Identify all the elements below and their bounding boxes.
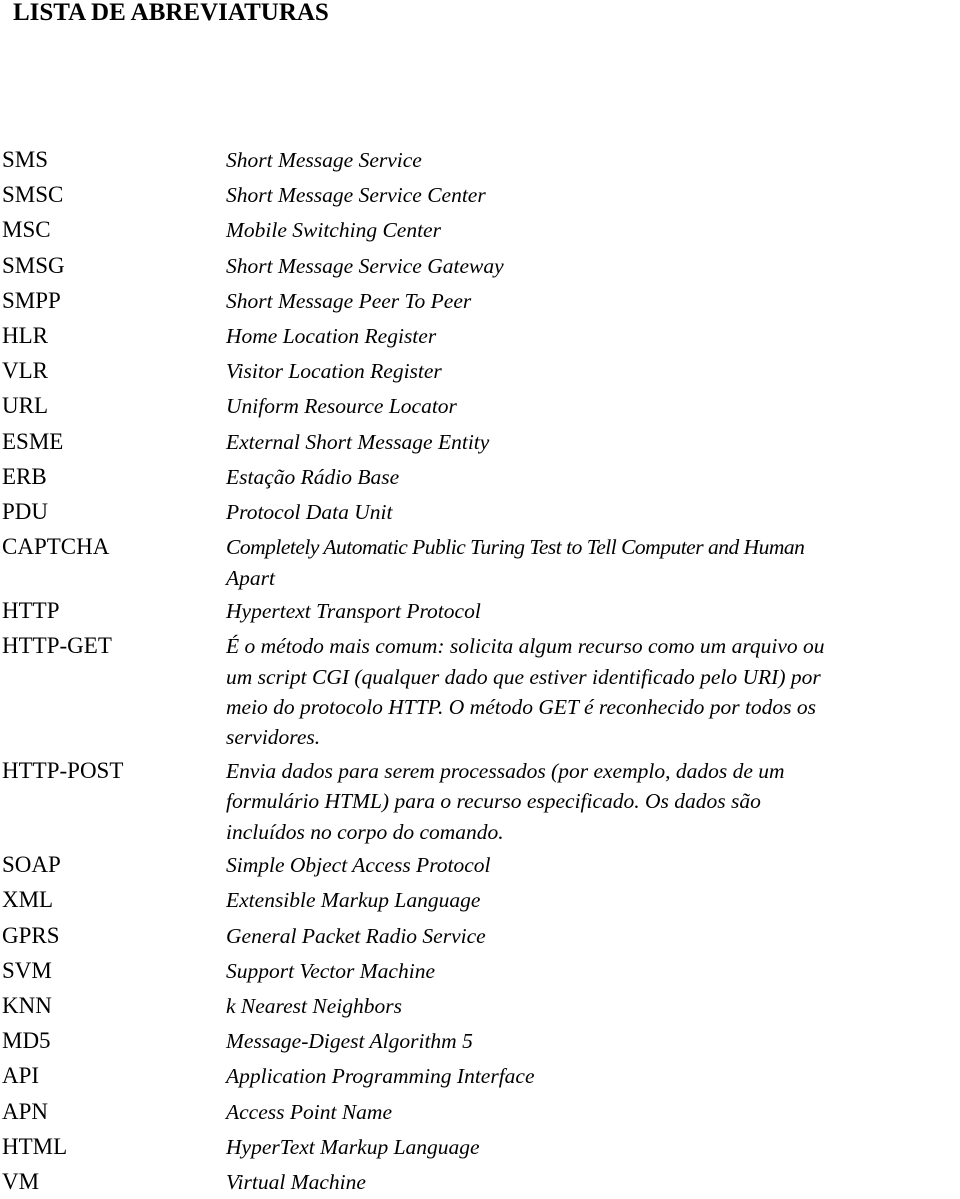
list-item: HTTP-POST Envia dados para serem processa… (0, 753, 960, 847)
list-item: HTML HyperText Markup Language (0, 1129, 960, 1164)
list-item: APN Access Point Name (0, 1094, 960, 1129)
definition: Access Point Name (226, 1099, 392, 1124)
abbreviation: SMS (2, 147, 49, 172)
definition: Completely Automatic Public Turing Test … (226, 529, 960, 593)
definition-line: Envia dados para serem processados (por … (226, 758, 785, 783)
list-item: SMSC Short Message Service Center (0, 177, 960, 212)
definition: É o método mais comum: solicita algum re… (226, 628, 960, 753)
abbreviation: HLR (2, 323, 48, 349)
abbreviation: VM (2, 1168, 40, 1194)
abbreviation: ERB (2, 463, 47, 489)
list-item: ESME External Short Message Entity (0, 424, 960, 459)
definition-line: meio do protocolo HTTP. O método GET é r… (226, 695, 817, 720)
list-item: SVM Support Vector Machine (0, 953, 960, 988)
abbreviation: MSC (2, 217, 51, 243)
definition-line: formulário HTML) para o recurso especifi… (226, 789, 761, 814)
abbreviation: HTTP-POST (2, 757, 124, 783)
abbreviation: VLR (2, 358, 48, 384)
list-item: MSC Mobile Switching Center (0, 212, 960, 247)
list-item: API Application Programming Interface (0, 1058, 960, 1093)
definition: Hypertext Transport Protocol (226, 599, 481, 624)
abbreviation: URL (2, 393, 48, 419)
definition: Home Location Register (226, 324, 437, 349)
abbreviation-list: SMS Short Message Service SMSC Short Messa… (0, 142, 960, 1199)
abbreviation: CAPTCHA (2, 534, 110, 560)
abbreviation: SMSC (2, 182, 64, 208)
abbreviation: HTML (2, 1133, 68, 1159)
list-item: KNN k Nearest Neighbors (0, 988, 960, 1023)
definition: Short Message Peer To Peer (226, 288, 472, 313)
definition-line: incluídos no corpo do comando. (226, 819, 504, 844)
definition: Simple Object Access Protocol (226, 853, 491, 878)
definition: Support Vector Machine (226, 958, 435, 983)
abbreviation: API (2, 1063, 40, 1089)
list-item: GPRS General Packet Radio Service (0, 918, 960, 953)
abbreviation: APN (2, 1098, 49, 1124)
definition: External Short Message Entity (226, 429, 490, 454)
list-item: VM Virtual Machine (0, 1164, 960, 1199)
list-item: HTTP-GET É o método mais comum: solicita … (0, 628, 960, 753)
definition: Extensible Markup Language (226, 888, 481, 913)
list-item: SOAP Simple Object Access Protocol (0, 847, 960, 882)
definition: Estação Rádio Base (226, 464, 400, 489)
abbreviation: SOAP (2, 852, 61, 878)
abbreviation: ESME (2, 428, 64, 454)
list-item: PDU Protocol Data Unit (0, 494, 960, 529)
definition-line: É o método mais comum: solicita algum re… (226, 634, 825, 659)
definition-line: Completely Automatic Public Turing Test … (226, 535, 805, 560)
definition: Protocol Data Unit (226, 500, 393, 525)
abbreviation: PDU (2, 499, 49, 525)
definition: Uniform Resource Locator (226, 394, 457, 419)
abbreviation: XML (2, 887, 54, 913)
abbreviation: SVM (2, 957, 52, 983)
list-item: SMS Short Message Service (0, 142, 960, 177)
list-item: ERB Estação Rádio Base (0, 459, 960, 494)
definition-line: servidores. (226, 725, 321, 750)
definition: Mobile Switching Center (226, 218, 441, 243)
definition: HyperText Markup Language (226, 1134, 480, 1159)
list-item: CAPTCHA Completely Automatic Public Turin… (0, 529, 960, 593)
abbreviation: MD5 (2, 1028, 51, 1054)
definition-line: um script CGI (qualquer dado que estiver… (226, 664, 821, 689)
abbreviation: SMPP (2, 287, 61, 313)
list-item: URL Uniform Resource Locator (0, 388, 960, 423)
page-title: LISTA DE ABREVIATURAS (13, 0, 329, 26)
abbreviation: SMSG (2, 252, 65, 278)
definition-line: Apart (226, 565, 275, 590)
definition: Visitor Location Register (226, 359, 442, 384)
list-item: VLR Visitor Location Register (0, 353, 960, 388)
list-item: XML Extensible Markup Language (0, 882, 960, 917)
list-item: HTTP Hypertext Transport Protocol (0, 593, 960, 628)
abbreviation: HTTP-GET (2, 633, 112, 659)
list-item: HLR Home Location Register (0, 318, 960, 353)
list-item: SMSG Short Message Service Gateway (0, 248, 960, 283)
definition: Short Message Service Gateway (226, 253, 504, 278)
definition: Virtual Machine (226, 1169, 366, 1194)
list-item: SMPP Short Message Peer To Peer (0, 283, 960, 318)
definition: General Packet Radio Service (226, 923, 486, 948)
definition: Short Message Service Center (226, 183, 486, 208)
list-item: MD5 Message-Digest Algorithm 5 (0, 1023, 960, 1058)
abbreviation: GPRS (2, 922, 60, 948)
definition: k Nearest Neighbors (226, 993, 402, 1018)
abbreviation: HTTP (2, 598, 60, 624)
definition: Application Programming Interface (226, 1064, 535, 1089)
abbreviation: KNN (2, 992, 52, 1018)
definition: Short Message Service (226, 148, 422, 172)
definition: Envia dados para serem processados (por … (226, 753, 960, 847)
definition: Message-Digest Algorithm 5 (226, 1029, 473, 1054)
